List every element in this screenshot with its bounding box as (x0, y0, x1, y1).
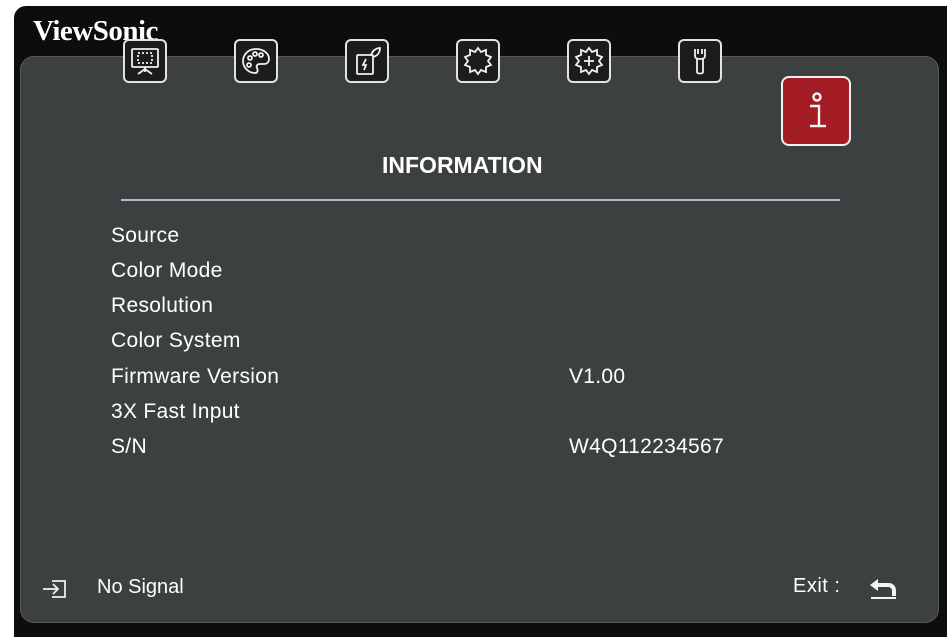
basic-settings-icon[interactable] (456, 39, 500, 83)
info-label-serial-number: S/N (111, 435, 147, 458)
palette-icon[interactable] (234, 39, 278, 83)
info-value-serial-number: W4Q112234567 (569, 435, 724, 458)
menu-title: INFORMATION (382, 152, 543, 178)
display-icon[interactable] (123, 39, 167, 83)
info-value-firmware-version: V1.00 (569, 365, 626, 388)
information-icon[interactable] (781, 76, 851, 146)
back-arrow-icon[interactable] (868, 578, 898, 600)
input-source-icon (43, 580, 66, 598)
info-label-firmware-version: Firmware Version (111, 365, 280, 388)
info-label-fast-input: 3X Fast Input (111, 400, 240, 423)
wrench-icon[interactable] (678, 39, 722, 83)
power-save-icon[interactable] (345, 39, 389, 83)
info-label-resolution: Resolution (111, 294, 214, 317)
exit-label: Exit : (793, 575, 841, 597)
info-label-color-system: Color System (111, 329, 241, 352)
menu-divider (121, 199, 840, 201)
signal-status: No Signal (97, 576, 184, 598)
info-label-source: Source (111, 224, 180, 247)
advanced-settings-icon[interactable] (567, 39, 611, 83)
info-label-color-mode: Color Mode (111, 259, 223, 282)
